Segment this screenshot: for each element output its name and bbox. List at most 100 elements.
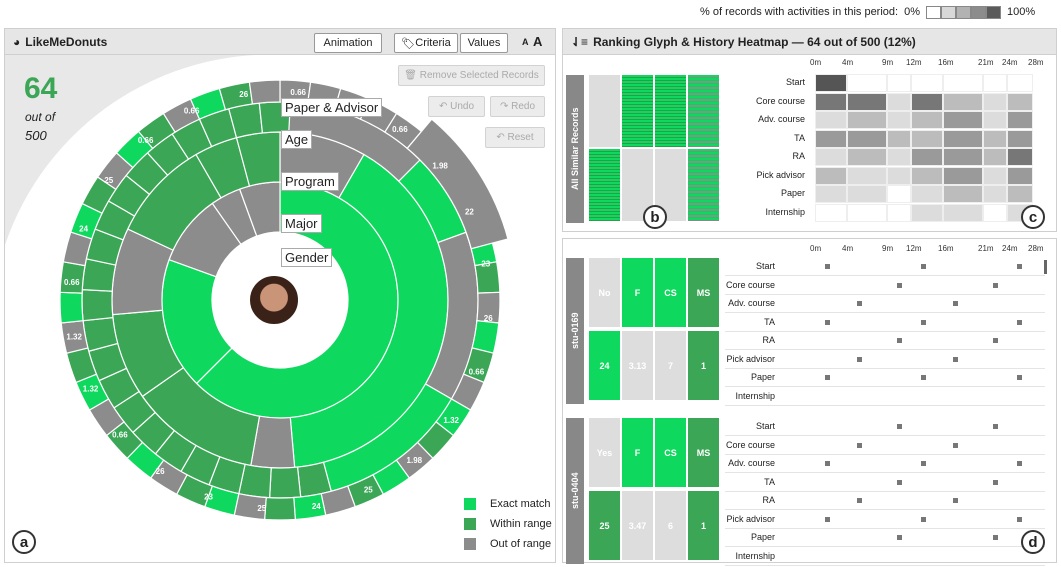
legend-min: 0% bbox=[904, 6, 920, 18]
heatmap-cell bbox=[887, 129, 911, 148]
student-tick: 16m bbox=[938, 244, 954, 253]
heatmap-cell bbox=[815, 148, 847, 166]
activity-dot bbox=[825, 461, 830, 466]
heatmap-cell bbox=[983, 129, 1007, 148]
heatmap-cell bbox=[983, 166, 1007, 185]
out-swatch bbox=[464, 538, 476, 550]
heatmap-cell bbox=[1007, 166, 1033, 185]
segment-value: 22 bbox=[465, 208, 474, 217]
ranking-glyph[interactable] bbox=[589, 75, 721, 223]
heatmap-cell bbox=[943, 148, 983, 166]
student-row-label: RA bbox=[762, 335, 775, 345]
activity-dot bbox=[993, 535, 998, 540]
student-attr: CS bbox=[655, 418, 686, 487]
heatmap-row-label: RA bbox=[792, 151, 805, 161]
row-divider bbox=[725, 312, 1045, 313]
activity-dot bbox=[993, 424, 998, 429]
legend-max: 100% bbox=[1007, 6, 1036, 18]
heatmap-cell bbox=[943, 92, 983, 111]
heatmap-cell bbox=[911, 129, 943, 148]
heatmap-cell bbox=[911, 92, 943, 111]
segment-value: 23 bbox=[481, 260, 490, 269]
heatmap-cell bbox=[911, 203, 943, 222]
activity-dot bbox=[953, 442, 958, 448]
heatmap-cell bbox=[815, 129, 847, 148]
heatmap-title: Ranking Glyph & History Heatmap — 64 out… bbox=[593, 34, 916, 49]
student-tick: 9m bbox=[882, 244, 894, 253]
student-row-label: Adv. course bbox=[728, 298, 775, 308]
row-divider bbox=[725, 546, 1045, 547]
legend-out: Out of range bbox=[464, 538, 551, 550]
activity-dot bbox=[953, 301, 958, 306]
donut-segment[interactable] bbox=[264, 496, 296, 521]
student-value: 25 bbox=[589, 491, 620, 560]
student-value: 7 bbox=[655, 331, 686, 400]
legend-shades bbox=[926, 5, 1001, 19]
legend-within: Within range bbox=[464, 518, 552, 530]
panel-b-label: b bbox=[643, 205, 667, 229]
activity-dot bbox=[1017, 319, 1022, 325]
activity-dot bbox=[897, 424, 902, 429]
row-divider bbox=[725, 472, 1045, 473]
donut-segment[interactable] bbox=[293, 492, 327, 521]
activity-dot bbox=[1017, 516, 1022, 522]
donut-segment[interactable] bbox=[269, 466, 302, 499]
student-row-label: TA bbox=[764, 476, 775, 487]
heatmap-cell bbox=[1007, 92, 1033, 111]
student-value: 3.13 bbox=[622, 331, 653, 400]
segment-value: 1.98 bbox=[407, 456, 423, 465]
legend-within-label: Within range bbox=[490, 518, 552, 530]
history-heatmap[interactable]: 0m 4m 9m 12m 16m 21m 24m 28m Start Core course Adv… bbox=[725, 58, 1045, 223]
heatmap-cell bbox=[943, 203, 983, 222]
row-divider bbox=[725, 527, 1045, 529]
activity-dot bbox=[825, 319, 830, 325]
activity-dot bbox=[993, 479, 998, 485]
segment-value: 0.66 bbox=[112, 430, 128, 439]
student-row-label: TA bbox=[764, 316, 775, 327]
group-label: All Similar Records bbox=[566, 75, 584, 223]
student-row-label: Paper bbox=[750, 372, 775, 382]
student-row-label: Internship bbox=[735, 390, 775, 401]
activity-dot bbox=[993, 282, 998, 288]
activity-dot bbox=[921, 375, 926, 380]
student-row-label: Core course bbox=[725, 439, 775, 450]
heatmap-cell bbox=[943, 74, 983, 92]
student-attr: F bbox=[622, 418, 653, 487]
student-tick: 4m bbox=[842, 244, 854, 253]
activity-dot bbox=[857, 442, 862, 448]
activity-dot bbox=[921, 461, 926, 466]
student-attr: CS bbox=[655, 258, 686, 327]
panel-d-label: d bbox=[1021, 530, 1045, 554]
student-tick: 28m bbox=[1028, 244, 1044, 253]
segment-value: 0.66 bbox=[469, 367, 485, 376]
ring-label-0: Paper & Advisor bbox=[281, 98, 383, 117]
glyph-cell bbox=[589, 149, 620, 221]
heatmap-cell bbox=[943, 129, 983, 148]
heatmap-cell bbox=[847, 129, 887, 148]
heatmap-cell bbox=[887, 92, 911, 111]
shade-0 bbox=[926, 5, 941, 19]
heatmap-cell bbox=[815, 92, 847, 111]
segment-value: 26 bbox=[156, 467, 165, 476]
shade-2 bbox=[956, 5, 971, 19]
heatmap-tick: 24m bbox=[1002, 58, 1018, 67]
heatmap-cell bbox=[847, 185, 887, 203]
heatmap-cell bbox=[1007, 148, 1033, 166]
heatmap-cell bbox=[983, 148, 1007, 166]
row-divider bbox=[725, 275, 1045, 276]
student-value: 3.47 bbox=[622, 491, 653, 560]
student-list[interactable]: 0m 4m 9m 12m 16m 21m 24m 28m stu-0169 No F CS MS 24 3.… bbox=[562, 238, 1057, 566]
activity-dot bbox=[897, 479, 902, 485]
scrollbar[interactable] bbox=[1044, 260, 1047, 274]
segment-value: 1.32 bbox=[66, 332, 82, 341]
donut-segment[interactable] bbox=[248, 79, 281, 105]
heatmap-cell bbox=[815, 111, 847, 129]
heatmap-cell bbox=[1007, 111, 1033, 129]
activity-dot bbox=[993, 338, 998, 343]
donut-segment[interactable] bbox=[81, 289, 114, 322]
donut-segment[interactable] bbox=[59, 291, 84, 324]
heatmap-cell bbox=[815, 185, 847, 203]
row-divider bbox=[725, 386, 1045, 387]
activity-dot bbox=[857, 301, 862, 306]
student-attr: No bbox=[589, 258, 620, 327]
